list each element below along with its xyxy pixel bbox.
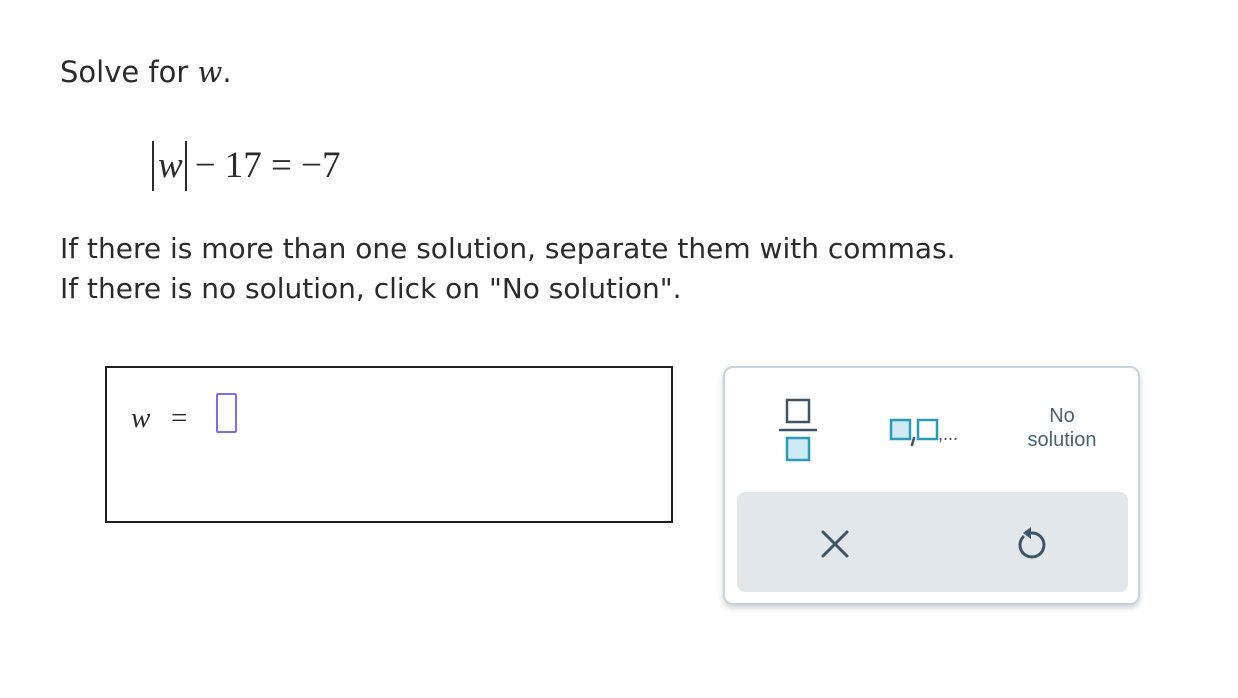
no-solution-line-1: No [1049, 405, 1075, 427]
answer-equals: = [171, 402, 188, 434]
undo-button[interactable] [1009, 522, 1053, 566]
answer-box[interactable]: w = [105, 366, 673, 523]
instructions: If there is more than one solution, sepa… [60, 229, 956, 309]
comma-list-suffix: ,... [938, 424, 958, 444]
clear-button[interactable] [813, 522, 857, 566]
instruction-line-1: If there is more than one solution, sepa… [60, 232, 956, 265]
close-icon [821, 530, 849, 558]
instruction-line-2: If there is no solution, click on "No so… [60, 272, 682, 305]
no-solution-line-2: solution [1027, 429, 1097, 451]
fraction-icon [779, 398, 817, 462]
prompt-variable: w [197, 55, 223, 89]
prompt-text: Solve for [60, 55, 198, 89]
comma-list-button[interactable]: ,... [885, 414, 985, 448]
comma-list-icon: ,... [889, 418, 958, 447]
answer-variable: w [131, 402, 151, 434]
undo-icon [1018, 527, 1046, 559]
fraction-button[interactable] [775, 396, 821, 464]
answer-input-slot[interactable] [216, 393, 237, 433]
no-solution-button[interactable]: No solution [1007, 404, 1117, 460]
keypad-actions [737, 492, 1128, 592]
equation-rest: − 17 = −7 [194, 145, 341, 186]
equation: w − 17 = −7 [152, 140, 341, 192]
math-keypad: ,... No solution [723, 366, 1140, 605]
prompt-period: . [222, 55, 232, 89]
question-prompt: Solve for w. [60, 52, 232, 92]
equation-abs-variable: w [158, 145, 183, 186]
